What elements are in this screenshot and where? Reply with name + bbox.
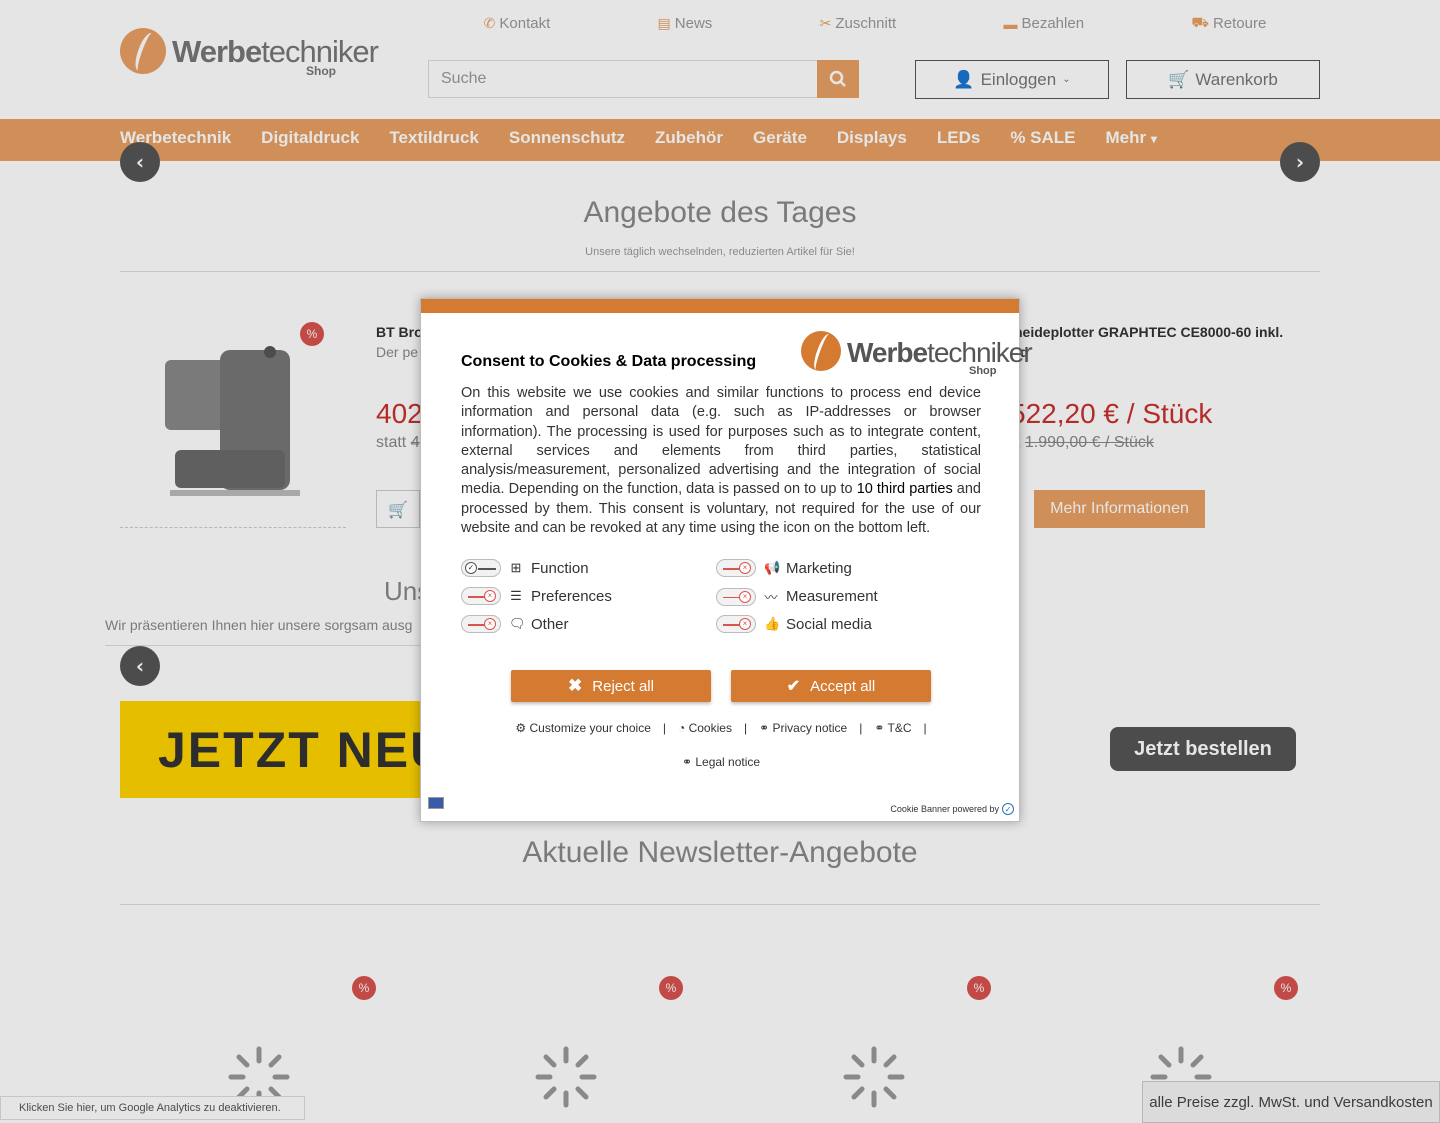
cookie-icon: ◔ <box>678 721 686 735</box>
link-icon: ⚭ <box>874 721 885 735</box>
cookies-link[interactable]: ◔ Cookies <box>678 721 732 735</box>
dialog-links: ⚙ Customize your choice | ◔ Cookies | ⚭ Pr… <box>515 721 927 735</box>
category-social-media[interactable]: × 👍 Social media <box>716 615 872 633</box>
check-badge-icon: ✓ <box>1002 803 1014 815</box>
category-function[interactable]: ✓ ⊞ Function <box>461 559 589 577</box>
logo-mark-icon <box>801 331 841 371</box>
sliders-icon: ☰ <box>510 588 522 603</box>
accept-all-button[interactable]: ✔ Accept all <box>731 670 931 702</box>
function-icon: ⊞ <box>510 560 522 575</box>
dialog-title: Consent to Cookies & Data processing <box>461 353 757 370</box>
close-icon: × <box>739 562 751 574</box>
chat-icon: 🗨 <box>509 616 526 631</box>
thumbs-up-icon: 👍 <box>764 616 781 631</box>
toggle-switch[interactable]: ✓ <box>461 559 501 577</box>
link-icon: ⚭ <box>681 755 692 769</box>
close-icon: × <box>484 590 496 602</box>
category-measurement[interactable]: × 〰 Measurement <box>716 587 878 606</box>
customize-link[interactable]: ⚙ Customize your choice <box>515 721 651 735</box>
language-flag-icon[interactable] <box>428 797 444 809</box>
close-icon: × <box>484 618 496 630</box>
link-icon: ⚭ <box>759 721 770 735</box>
toggle-switch[interactable]: × <box>716 587 756 606</box>
powered-by[interactable]: Cookie Banner powered by ✓ <box>890 803 1014 815</box>
reject-all-button[interactable]: ✖ Reject all <box>511 670 711 702</box>
dialog-logo: Werbetechniker Shop <box>801 329 1033 377</box>
dialog-accent-bar <box>421 299 1019 313</box>
cookie-consent-dialog: Werbetechniker Shop Consent to Cookies &… <box>420 298 1033 822</box>
megaphone-icon: 📢 <box>764 560 781 575</box>
toggle-switch[interactable]: × <box>461 615 501 633</box>
third-parties-link[interactable]: 10 third parties <box>857 481 953 497</box>
privacy-notice-link[interactable]: ⚭ Privacy notice <box>759 721 847 735</box>
toggle-switch[interactable]: × <box>716 559 756 577</box>
toggle-switch[interactable]: × <box>461 587 501 605</box>
check-icon: ✓ <box>465 562 477 574</box>
terms-link[interactable]: ⚭ T&C <box>874 721 911 735</box>
legal-notice-link[interactable]: ⚭ Legal notice <box>682 755 760 769</box>
check-icon: ✔ <box>786 678 801 695</box>
dialog-links-row2: ⚭ Legal notice <box>421 755 1021 769</box>
category-marketing[interactable]: × 📢 Marketing <box>716 559 852 577</box>
dialog-body-text: On this website we use cookies and simil… <box>461 385 981 537</box>
category-other[interactable]: × 🗨 Other <box>461 615 569 633</box>
close-icon: ✖ <box>568 676 583 695</box>
close-icon: × <box>739 618 751 630</box>
toggle-switch[interactable]: × <box>716 615 756 633</box>
close-icon: × <box>739 590 751 603</box>
chart-icon: 〰 <box>764 590 778 605</box>
gear-icon: ⚙ <box>515 721 527 735</box>
category-preferences[interactable]: × ☰ Preferences <box>461 587 612 605</box>
